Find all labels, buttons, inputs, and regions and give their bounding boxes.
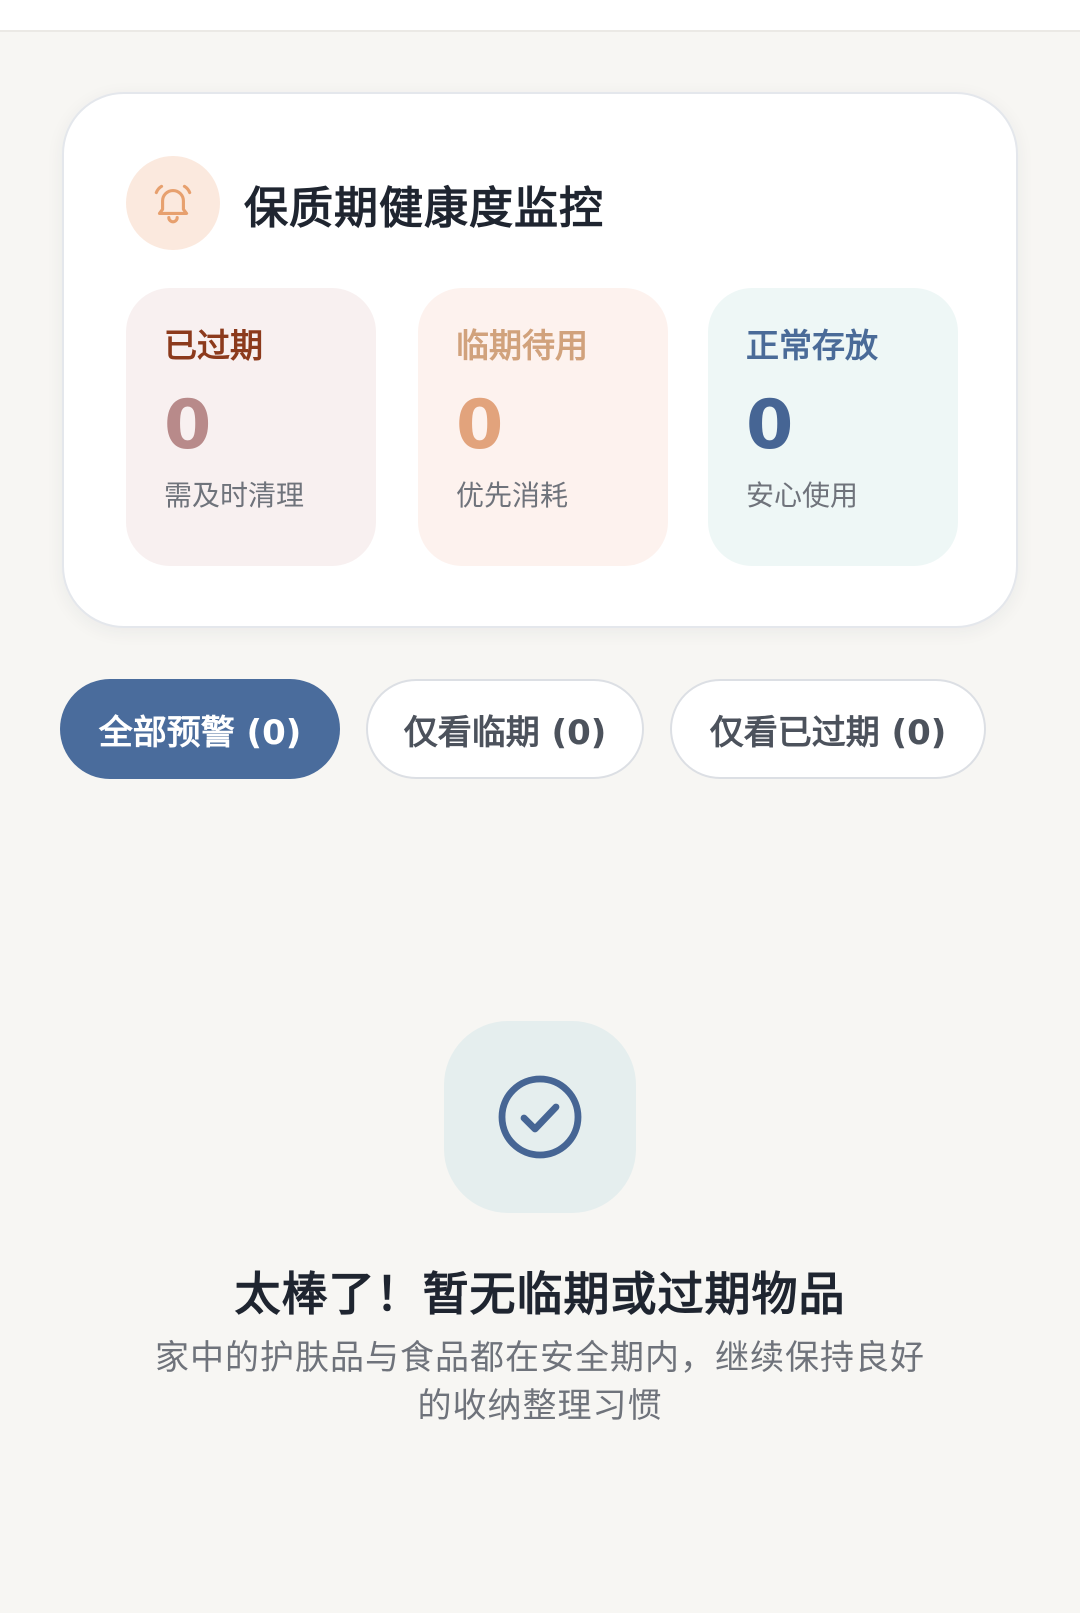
stat-normal-storage[interactable]: 正常存放 0 安心使用 [708, 288, 958, 566]
stat-count: 0 [456, 386, 504, 465]
empty-state-description: 家中的护肤品与食品都在安全期内，继续保持良好的收纳整理习惯 [155, 1338, 925, 1426]
stat-count: 0 [164, 386, 212, 465]
filter-expiring-soon-button[interactable]: 仅看临期 (0) [366, 679, 644, 779]
stat-count: 0 [746, 386, 794, 465]
stat-label: 正常存放 [746, 326, 878, 365]
stat-subtext: 安心使用 [746, 479, 859, 512]
stat-subtext: 优先消耗 [456, 479, 569, 512]
stat-expiring-soon[interactable]: 临期待用 0 优先消耗 [418, 288, 668, 566]
stat-label: 临期待用 [456, 326, 588, 365]
check-circle-icon [444, 1021, 636, 1213]
shelf-life-monitor-card: 保质期健康度监控 已过期 0 需及时清理 临期待用 0 优先消耗 正常存放 0 … [62, 92, 1018, 628]
filter-expired-button[interactable]: 仅看已过期 (0) [670, 679, 986, 779]
stat-expired[interactable]: 已过期 0 需及时清理 [126, 288, 376, 566]
empty-state-title: 太棒了！暂无临期或过期物品 [234, 1267, 846, 1321]
stat-label: 已过期 [164, 326, 263, 365]
bell-icon [126, 156, 220, 250]
filter-all-alerts-button[interactable]: 全部预警 (0) [60, 679, 340, 779]
top-bar [0, 0, 1080, 32]
card-title: 保质期健康度监控 [244, 183, 604, 234]
stat-subtext: 需及时清理 [164, 479, 305, 512]
